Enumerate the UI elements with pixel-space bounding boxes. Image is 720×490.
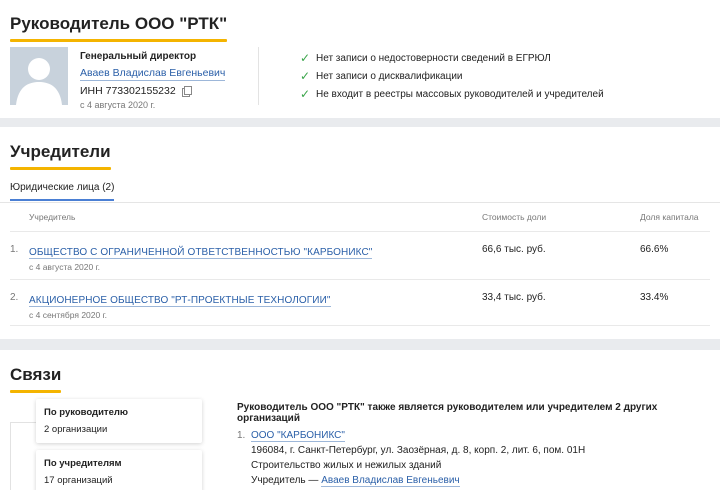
title-underline: [10, 39, 228, 42]
checkmark-icon: ✓: [300, 87, 311, 101]
org-activity: Строительство жилых и нежилых зданий: [251, 460, 442, 471]
checkmark-icon: ✓: [300, 69, 311, 83]
card-title: По руководителю: [44, 407, 129, 418]
founder-date: с 4 августа 2020 г.: [29, 262, 101, 272]
org-link[interactable]: ООО "КАРБОНИКС": [251, 430, 345, 442]
director-inn: ИНН 773302155232: [80, 85, 225, 97]
check-item: ✓ Нет записи о дисквалификации: [300, 67, 604, 85]
column-header-share: Доля капитала: [640, 212, 699, 222]
title-underline: [10, 390, 62, 393]
director-role: Генеральный директор: [80, 51, 197, 62]
row-divider: [10, 231, 710, 232]
list-item-number: 1.: [237, 430, 246, 441]
card-title: По учредителям: [44, 458, 122, 469]
tab-active-underline: [10, 199, 115, 201]
card-value: 2 организации: [44, 424, 108, 435]
director-title-text: Руководитель ООО "РТК": [10, 14, 228, 33]
title-underline: [10, 167, 111, 170]
checkmark-icon: ✓: [300, 51, 311, 65]
copy-icon[interactable]: [181, 86, 192, 97]
links-card-by-director[interactable]: По руководителю 2 организации: [36, 399, 202, 443]
tab-legal-entities[interactable]: Юридические лица (2): [10, 182, 115, 201]
column-header-founder: Учредитель: [29, 212, 76, 222]
founders-title-text: Учредители: [10, 142, 111, 161]
founder-label: Учредитель —: [251, 475, 319, 486]
check-text: Нет записи о дисквалификации: [316, 70, 463, 82]
divider: [258, 47, 259, 105]
director-since: с 4 августа 2020 г.: [80, 100, 156, 110]
director-checks: ✓ Нет записи о недостоверности сведений …: [300, 49, 604, 103]
founder-link[interactable]: ОБЩЕСТВО С ОГРАНИЧЕННОЙ ОТВЕТСТВЕННОСТЬЮ…: [29, 247, 373, 259]
tab-divider: [0, 202, 720, 203]
links-section: Связи По руководителю 2 организации По у…: [0, 350, 720, 490]
founder-date: с 4 сентября 2020 г.: [29, 310, 108, 320]
org-address: 196084, г. Санкт-Петербург, ул. Заозёрна…: [251, 445, 586, 456]
founder-value: 33,4 тыс. руб.: [482, 292, 546, 303]
card-value: 17 организаций: [44, 475, 113, 486]
avatar: [10, 47, 68, 105]
inn-text: ИНН 773302155232: [80, 85, 176, 97]
founder-share: 33.4%: [640, 292, 669, 303]
list-item: ООО "КАРБОНИКС" 196084, г. Санкт-Петербу…: [251, 428, 585, 488]
row-divider: [10, 325, 710, 326]
check-item: ✓ Нет записи о недостоверности сведений …: [300, 49, 604, 67]
founder-link[interactable]: АКЦИОНЕРНОЕ ОБЩЕСТВО "РТ-ПРОЕКТНЫЕ ТЕХНО…: [29, 295, 331, 307]
links-heading: Руководитель ООО "РТК" также является ру…: [237, 402, 658, 424]
founder-share: 66.6%: [640, 244, 669, 255]
row-number: 1.: [10, 244, 19, 255]
table-row: ОБЩЕСТВО С ОГРАНИЧЕННОЙ ОТВЕТСТВЕННОСТЬЮ…: [29, 244, 373, 272]
column-header-value: Стоимость доли: [482, 212, 547, 222]
founders-section-title: Учредители: [10, 142, 111, 170]
director-name-link[interactable]: Аваев Владислав Евгеньевич: [80, 67, 226, 81]
founders-section: Учредители Юридические лица (2) Учредите…: [0, 127, 720, 339]
director-section: Руководитель ООО "РТК" Генеральный дирек…: [0, 0, 720, 118]
director-section-title: Руководитель ООО "РТК": [10, 14, 228, 42]
table-row: АКЦИОНЕРНОЕ ОБЩЕСТВО "РТ-ПРОЕКТНЫЕ ТЕХНО…: [29, 292, 331, 320]
tree-connector: [10, 422, 36, 423]
row-divider: [10, 279, 710, 280]
check-text: Не входит в реестры массовых руководител…: [316, 88, 604, 100]
founder-value: 66,6 тыс. руб.: [482, 244, 546, 255]
links-section-title: Связи: [10, 365, 62, 393]
row-number: 2.: [10, 292, 19, 303]
founder-name-link[interactable]: Аваев Владислав Евгеньевич: [321, 475, 460, 487]
director-info: Генеральный директор Аваев Владислав Евг…: [80, 51, 226, 110]
links-title-text: Связи: [10, 365, 62, 384]
tree-connector: [10, 422, 11, 490]
links-card-by-founders[interactable]: По учредителям 17 организаций: [36, 450, 202, 490]
org-founder: Учредитель — Аваев Владислав Евгеньевич: [251, 473, 585, 488]
check-item: ✓ Не входит в реестры массовых руководит…: [300, 85, 604, 103]
check-text: Нет записи о недостоверности сведений в …: [316, 52, 551, 64]
person-silhouette-icon: [10, 47, 68, 105]
tab-label: Юридические лица (2): [10, 182, 115, 193]
